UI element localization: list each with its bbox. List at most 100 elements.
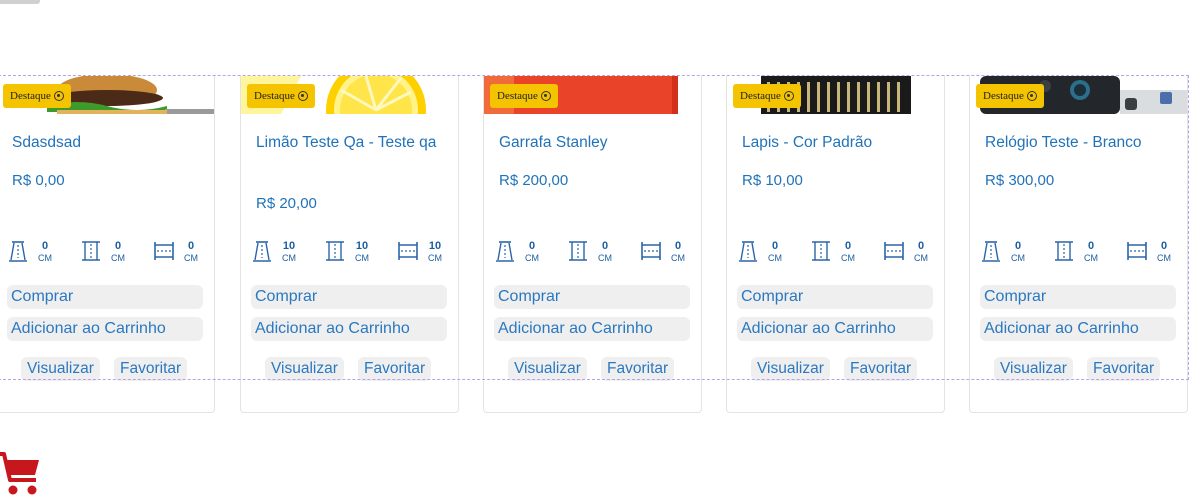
featured-star-icon	[1026, 91, 1037, 101]
dimension-unit: CM	[768, 253, 782, 263]
buy-button[interactable]: Comprar	[980, 285, 1176, 309]
dimension-value: 0	[601, 240, 609, 252]
product-price: R$ 10,00	[742, 172, 803, 189]
dimension-unit: CM	[1084, 253, 1098, 263]
dimension-value: 0	[41, 240, 49, 252]
favorite-button[interactable]: Favoritar	[844, 357, 918, 381]
product-card[interactable]: Destaque Sdasdsad R$ 0,00 0 CM 0 CM 0 CM Comprar A…	[0, 76, 215, 413]
dimension-width: 0 CM	[80, 240, 129, 266]
view-button[interactable]: Visualizar	[751, 357, 830, 381]
dimension-unit: CM	[671, 253, 685, 263]
product-name[interactable]: Relógio Teste - Branco	[985, 131, 1175, 154]
buy-button[interactable]: Comprar	[7, 285, 203, 309]
dimension-width: 0 CM	[567, 240, 616, 266]
dimension-value: 10	[282, 240, 296, 252]
width-icon	[812, 241, 830, 261]
product-price: R$ 200,00	[499, 172, 569, 189]
view-button[interactable]: Visualizar	[994, 357, 1073, 381]
height-icon	[9, 241, 27, 262]
dimension-value: 10	[355, 240, 369, 252]
height-icon	[739, 241, 757, 262]
product-name[interactable]: Sdasdsad	[12, 131, 202, 154]
dimension-value: 0	[844, 240, 852, 252]
product-name[interactable]: Lapis - Cor Padrão	[742, 131, 932, 154]
product-dimensions: 10 CM 10 CM 10 CM	[251, 240, 446, 266]
width-icon	[326, 241, 344, 261]
product-card[interactable]: Destaque Garrafa Stanley R$ 200,00 0 CM 0 CM 0 C…	[483, 76, 702, 413]
width-icon	[1055, 241, 1073, 261]
view-button[interactable]: Visualizar	[265, 357, 344, 381]
dimension-unit: CM	[525, 253, 539, 263]
featured-star-icon	[297, 91, 308, 101]
dimension-value: 0	[1014, 240, 1022, 252]
featured-badge-label: Destaque	[10, 90, 51, 102]
dimension-height: 0 CM	[7, 240, 56, 266]
shopping-cart-icon[interactable]	[0, 446, 44, 498]
dimension-value: 0	[917, 240, 925, 252]
view-button[interactable]: Visualizar	[21, 357, 100, 381]
product-price: R$ 20,00	[256, 195, 317, 212]
dimension-value: 0	[528, 240, 536, 252]
dimension-value: 10	[428, 240, 442, 252]
dimension-unit: CM	[914, 253, 928, 263]
product-name[interactable]: Limão Teste Qa - Teste qa	[256, 131, 446, 154]
add-to-cart-button[interactable]: Adicionar ao Carrinho	[494, 317, 690, 341]
height-icon	[496, 241, 514, 262]
add-to-cart-button[interactable]: Adicionar ao Carrinho	[737, 317, 933, 341]
favorite-button[interactable]: Favoritar	[114, 357, 188, 381]
dimension-value: 0	[114, 240, 122, 252]
dimension-unit: CM	[1157, 253, 1171, 263]
featured-badge-label: Destaque	[740, 90, 781, 102]
product-card[interactable]: Destaque Limão Teste Qa - Teste qa R$ 20,0…	[240, 76, 459, 413]
dimension-unit: CM	[1011, 253, 1025, 263]
featured-badge: Destaque	[976, 84, 1044, 108]
length-icon	[641, 242, 661, 260]
buy-button[interactable]: Comprar	[737, 285, 933, 309]
featured-badge: Destaque	[247, 84, 315, 108]
featured-badge: Destaque	[3, 84, 71, 108]
dimension-unit: CM	[282, 253, 296, 263]
product-card[interactable]: Destaque Lapis - Cor Padrão R$ 10,00 0 CM 0 CM…	[726, 76, 945, 413]
dimension-width: 0 CM	[1053, 240, 1102, 266]
featured-star-icon	[540, 91, 551, 101]
dimension-length: 0 CM	[1126, 240, 1175, 266]
product-card[interactable]: Destaque Relógio Teste - Branco R$ 300,00 0…	[969, 76, 1188, 413]
height-icon	[253, 241, 271, 262]
buy-button[interactable]: Comprar	[494, 285, 690, 309]
product-dimensions: 0 CM 0 CM 0 CM	[494, 240, 689, 266]
buy-button[interactable]: Comprar	[251, 285, 447, 309]
dimension-value: 0	[771, 240, 779, 252]
view-button[interactable]: Visualizar	[508, 357, 587, 381]
add-to-cart-button[interactable]: Adicionar ao Carrinho	[7, 317, 203, 341]
product-name[interactable]: Garrafa Stanley	[499, 131, 689, 154]
dimension-height: 0 CM	[980, 240, 1029, 266]
length-icon	[154, 242, 174, 260]
dimension-unit: CM	[598, 253, 612, 263]
dimension-value: 0	[674, 240, 682, 252]
product-price: R$ 300,00	[985, 172, 1055, 189]
length-icon	[1127, 242, 1147, 260]
dimension-length: 0 CM	[640, 240, 689, 266]
favorite-button[interactable]: Favoritar	[601, 357, 675, 381]
dimension-length: 0 CM	[153, 240, 202, 266]
dimension-height: 10 CM	[251, 240, 300, 266]
favorite-button[interactable]: Favoritar	[358, 357, 432, 381]
product-dimensions: 0 CM 0 CM 0 CM	[7, 240, 202, 266]
dimension-unit: CM	[38, 253, 52, 263]
add-to-cart-button[interactable]: Adicionar ao Carrinho	[980, 317, 1176, 341]
favorite-button[interactable]: Favoritar	[1087, 357, 1161, 381]
featured-badge-label: Destaque	[983, 90, 1024, 102]
height-icon	[982, 241, 1000, 262]
product-dimensions: 0 CM 0 CM 0 CM	[737, 240, 932, 266]
dimension-unit: CM	[355, 253, 369, 263]
featured-badge: Destaque	[490, 84, 558, 108]
add-to-cart-button[interactable]: Adicionar ao Carrinho	[251, 317, 447, 341]
featured-badge-label: Destaque	[497, 90, 538, 102]
featured-badge-label: Destaque	[254, 90, 295, 102]
product-price: R$ 0,00	[12, 172, 65, 189]
dimension-unit: CM	[841, 253, 855, 263]
featured-star-icon	[783, 91, 794, 101]
width-icon	[82, 241, 100, 261]
dimension-height: 0 CM	[494, 240, 543, 266]
dimension-value: 0	[1087, 240, 1095, 252]
